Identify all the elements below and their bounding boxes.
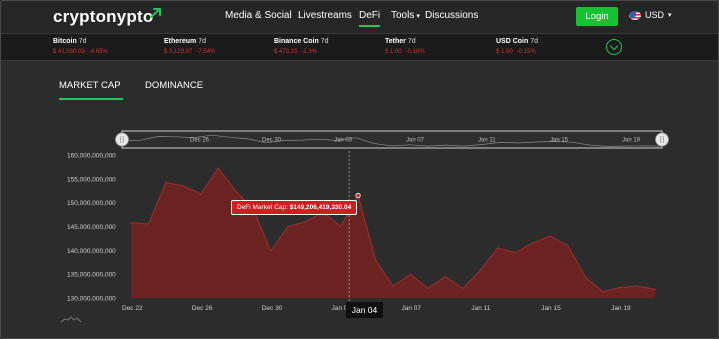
data-point [531, 242, 534, 244]
chart-tooltip: DeFi Market Cap: $149,206,419,330.04 [231, 200, 358, 215]
data-point [130, 221, 132, 224]
data-point [619, 286, 621, 289]
y-tick-label: 145,000,000,000 [67, 224, 116, 231]
data-point [427, 287, 429, 290]
navigator-left-handle[interactable] [115, 132, 129, 147]
y-tick-label: 160,000,000,000 [67, 153, 116, 160]
data-point [217, 167, 220, 170]
navigator-tick-label: Jan 07 [406, 138, 425, 144]
x-tick-label: Jan 19 [611, 305, 631, 312]
data-point [339, 225, 342, 228]
navigator-tick-label: Jan 19 [622, 138, 641, 144]
data-point [165, 181, 167, 184]
tooltip-value: $149,206,419,330.04 [289, 204, 352, 211]
data-point [479, 269, 482, 272]
data-point [654, 288, 656, 291]
data-point [584, 275, 586, 278]
data-point [235, 190, 237, 193]
highlighted-point [355, 192, 361, 199]
data-point [549, 235, 551, 237]
data-point [462, 287, 464, 290]
x-tick-label: Dec 26 [192, 305, 213, 312]
data-point [147, 223, 150, 225]
data-point [269, 250, 272, 252]
x-tick-label: Dec 30 [262, 305, 283, 312]
y-tick-label: 130,000,000,000 [67, 296, 116, 303]
y-tick-label: 155,000,000,000 [67, 176, 116, 183]
area-fill [131, 168, 655, 298]
navigator-tick-label: Jan 15 [550, 138, 569, 144]
data-point [601, 291, 604, 293]
y-tick-label: 150,000,000,000 [67, 200, 116, 207]
navigator-tick-label: Dec 30 [262, 138, 282, 144]
x-tick-label: Jan 07 [401, 305, 421, 312]
navigator-tick-label: Jan 11 [478, 138, 496, 144]
data-point [444, 275, 447, 278]
y-tick-label: 135,000,000,000 [67, 272, 116, 279]
data-point [200, 193, 202, 195]
y-tick-label: 140,000,000,000 [67, 248, 116, 255]
crosshair-date-label: Jan 04 [346, 302, 383, 318]
data-point [182, 185, 185, 187]
data-point [497, 247, 499, 249]
data-point [374, 259, 377, 261]
data-point [304, 220, 307, 223]
navigator-tick-label: Jan 03 [334, 138, 353, 144]
market-cap-chart: 160,000,000,000 155,000,000,000 150,000,00… [67, 130, 669, 312]
x-tick-label: Dec 22 [122, 305, 143, 312]
data-point [409, 273, 412, 275]
x-tick-label: Jan 15 [541, 305, 561, 312]
navigator-tick-label: Dec 26 [190, 138, 210, 144]
data-point [287, 225, 290, 228]
data-point [636, 285, 639, 287]
data-point [392, 285, 394, 287]
navigator-right-handle[interactable] [655, 132, 669, 147]
data-point [514, 251, 517, 254]
data-point [566, 244, 569, 247]
app-window: cryptonypto Media & Social Livestreams D… [0, 0, 719, 339]
tooltip-label: DeFi Market Cap: [237, 204, 288, 211]
sparkline-icon [61, 316, 81, 323]
x-tick-label: Jan 11 [471, 305, 490, 312]
